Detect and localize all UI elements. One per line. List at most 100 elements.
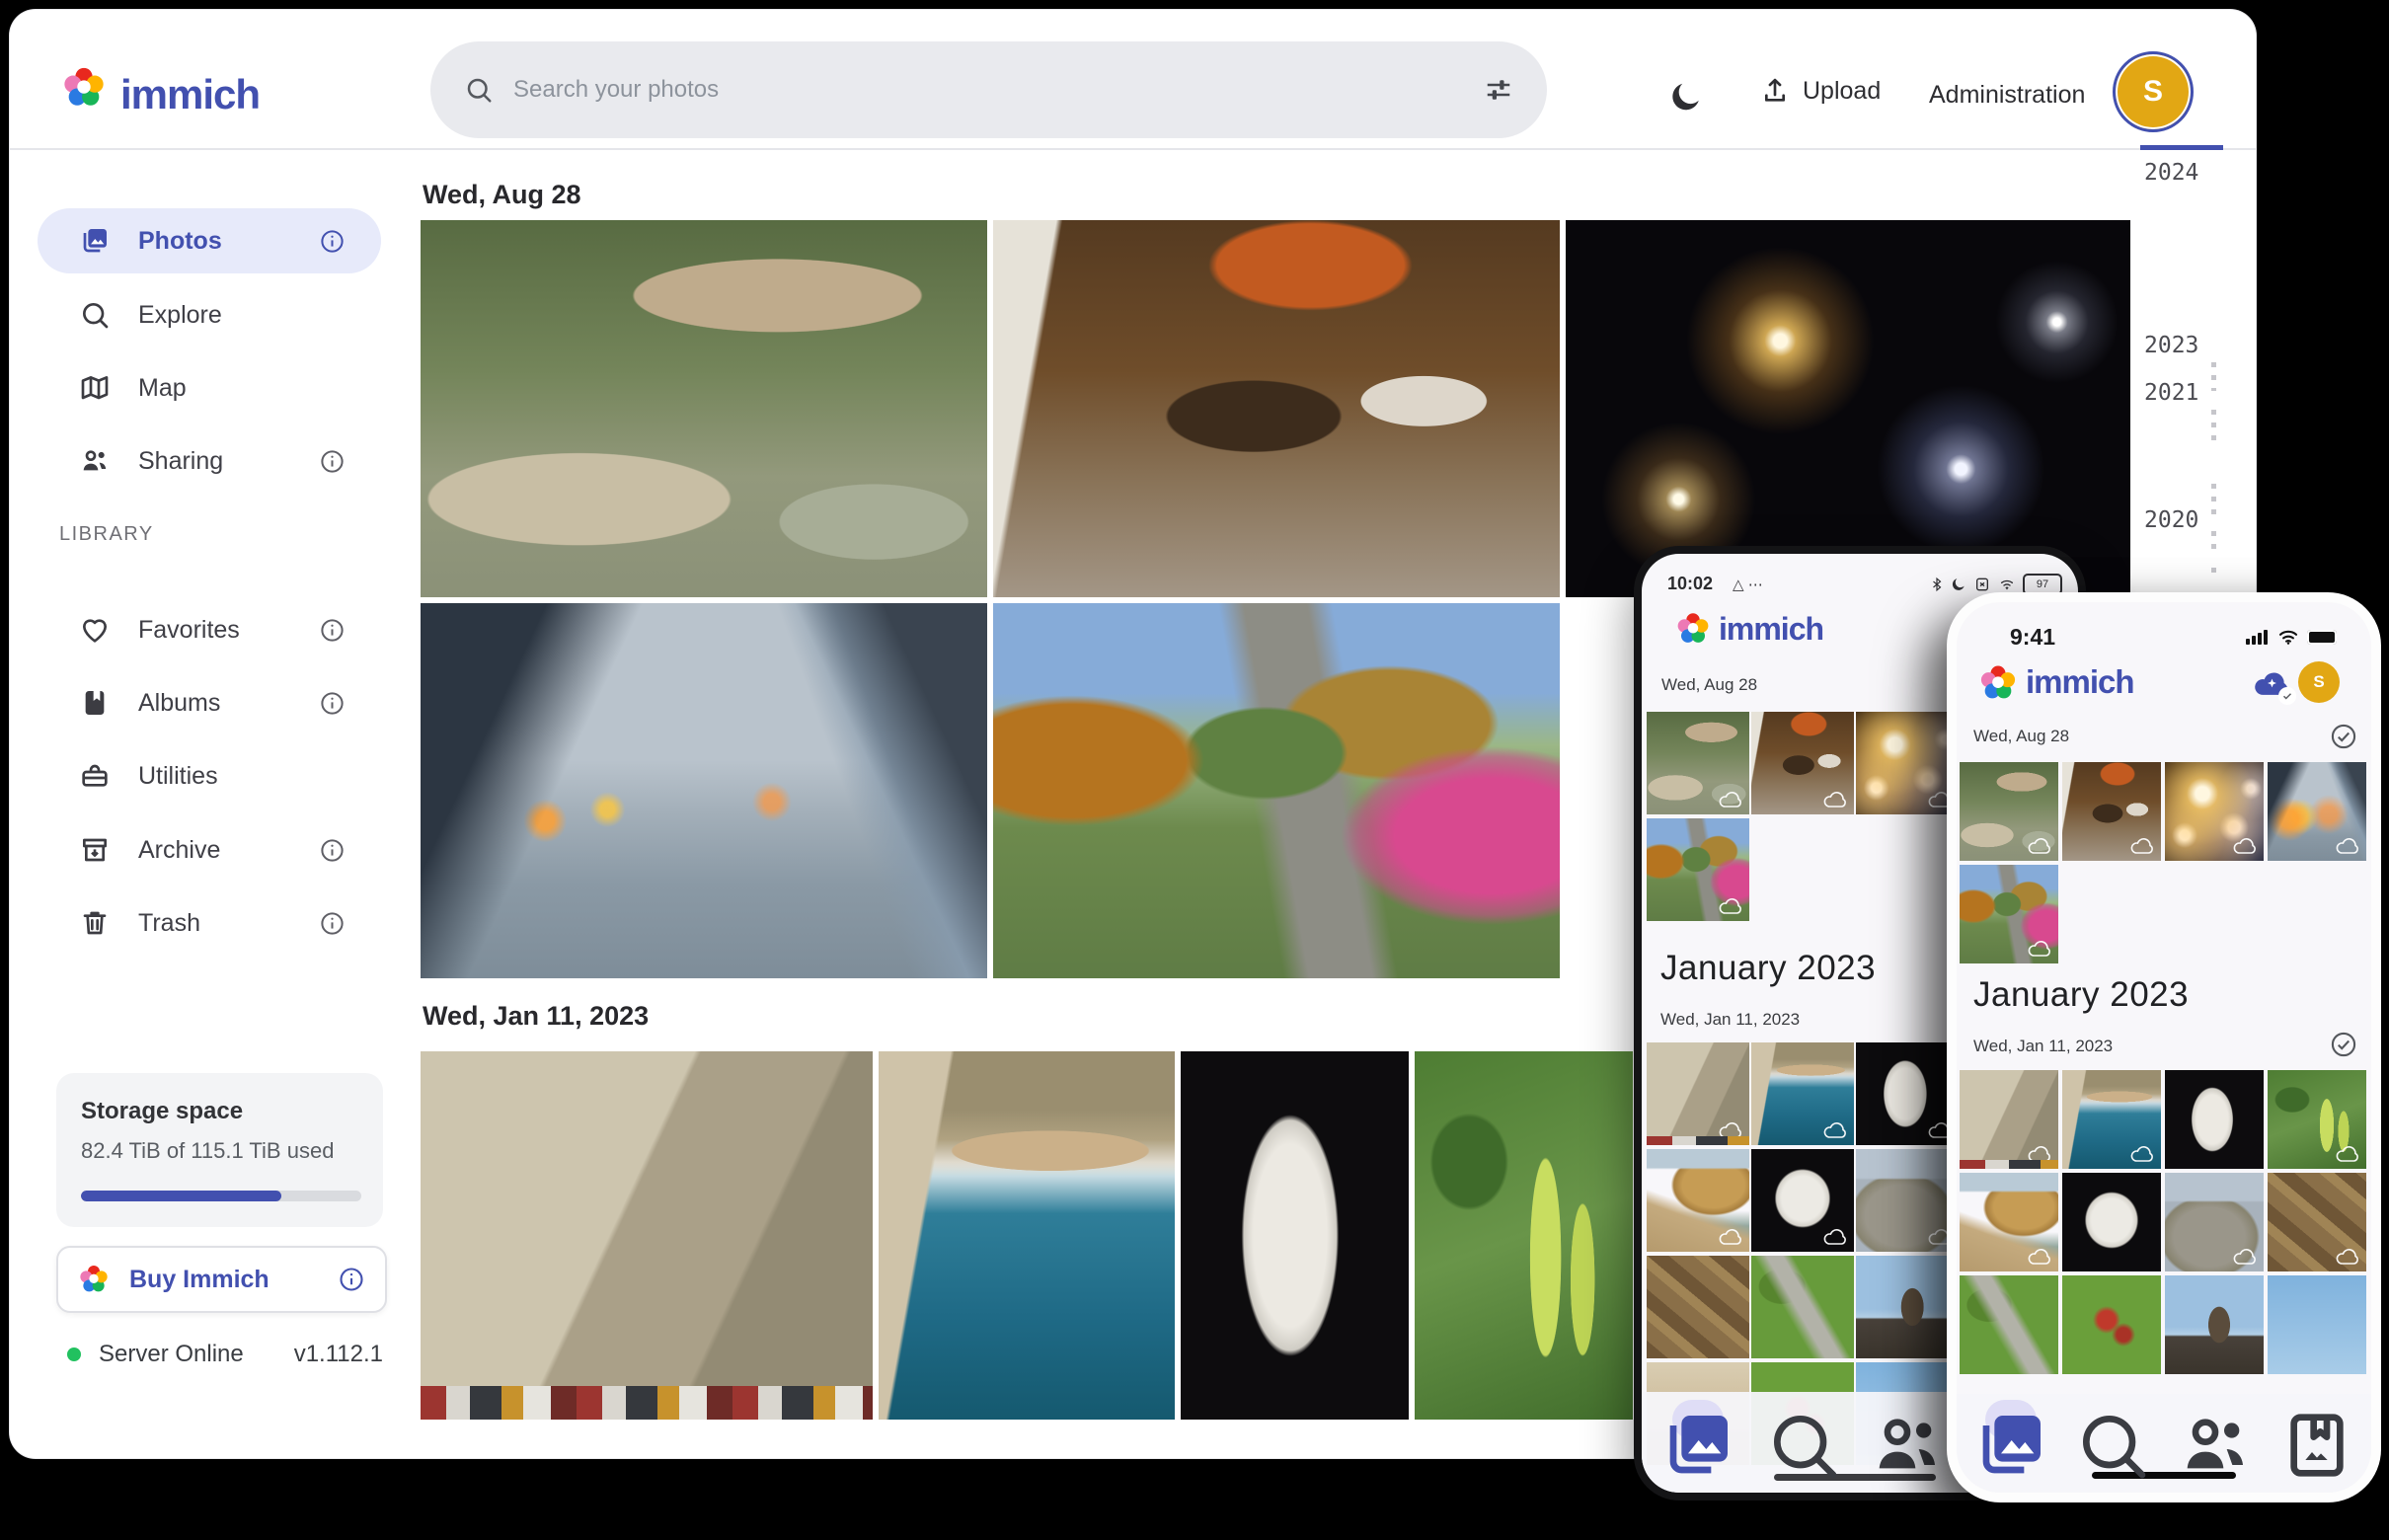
- search-input[interactable]: [511, 75, 1484, 105]
- phone2-thumb-berries[interactable]: [2268, 1070, 2366, 1169]
- timeline-tick-dots: [2211, 410, 2216, 443]
- phone1-nav-search[interactable]: Search: [1764, 1406, 1843, 1493]
- sidebar-item-albums[interactable]: Albums: [38, 670, 381, 735]
- cloud-icon: [1719, 791, 1742, 808]
- photo-autumn-garden-path[interactable]: [993, 603, 1560, 978]
- phone2-status-time: 9:41: [2010, 624, 2055, 651]
- sidebar-item-utilities[interactable]: Utilities: [38, 743, 381, 808]
- sidebar-item-favorites[interactable]: Favorites: [38, 597, 381, 662]
- phone2-thumb-ruins[interactable]: [2165, 1173, 2264, 1271]
- timeline-year[interactable]: 2020: [2144, 507, 2198, 533]
- phone-mockup-iphone: 9:41 immich S Wed, Aug 28: [1947, 592, 2381, 1502]
- phone1-thumb-lizard[interactable]: [1647, 1256, 1749, 1358]
- filter-sliders-icon[interactable]: [1484, 75, 1513, 105]
- dark-mode-moon-icon[interactable]: [1668, 79, 1704, 115]
- phone2-thumb-lizard-moss[interactable]: [1960, 1275, 2058, 1374]
- cloud-icon: [1719, 897, 1742, 915]
- phone2-thumb-coast[interactable]: [2062, 1070, 2161, 1169]
- info-icon[interactable]: [319, 837, 346, 864]
- phone1-date-jan: Wed, Jan 11, 2023: [1660, 1010, 1800, 1030]
- phone2-thumb-monkeys[interactable]: [1960, 762, 2058, 861]
- sidebar-item-label: Albums: [138, 689, 319, 718]
- sidebar-item-archive[interactable]: Archive: [38, 817, 381, 883]
- phone2-nav-library[interactable]: Library: [2277, 1406, 2356, 1493]
- info-icon[interactable]: [338, 1266, 365, 1293]
- phone1-thumb-fireworks[interactable]: [1856, 712, 1959, 814]
- info-icon[interactable]: [319, 448, 346, 475]
- phone2-thumb-dinner[interactable]: [2062, 762, 2161, 861]
- photo-green-berries[interactable]: [1415, 1051, 1633, 1420]
- phone1-thumb-coast[interactable]: [1751, 1042, 1854, 1145]
- phone1-thumb-monkeys[interactable]: [1647, 712, 1749, 814]
- cloud-icon: [1719, 1228, 1742, 1246]
- phone1-thumb-sculpture[interactable]: [1751, 1149, 1854, 1252]
- phone1-thumb-dinner[interactable]: [1751, 712, 1854, 814]
- info-icon[interactable]: [319, 617, 346, 644]
- info-icon[interactable]: [319, 228, 346, 255]
- phone2-user-avatar[interactable]: S: [2298, 661, 2340, 703]
- phone2-thumb-bust[interactable]: [2165, 1070, 2264, 1169]
- photo-dinner-table[interactable]: [993, 220, 1560, 597]
- phone2-thumb-fortress[interactable]: [1960, 1070, 2058, 1169]
- phone2-nav-photos[interactable]: Photos: [1971, 1406, 2050, 1493]
- cloud-icon: [1823, 791, 1847, 808]
- server-online-dot: [67, 1348, 81, 1361]
- timeline-scroll-indicator[interactable]: [2140, 145, 2223, 150]
- phone2-nav-search[interactable]: Search: [2073, 1406, 2152, 1493]
- cloud-sync-icon[interactable]: [2253, 667, 2290, 699]
- phone1-nav-sharing[interactable]: Sharing: [1868, 1406, 1947, 1493]
- phone2-thumb-lizard[interactable]: [2268, 1173, 2366, 1271]
- sidebar-item-explore[interactable]: Explore: [38, 282, 381, 347]
- buy-immich-button[interactable]: Buy Immich: [56, 1246, 387, 1313]
- timeline-year[interactable]: 2023: [2144, 333, 2198, 358]
- timeline-year[interactable]: 2021: [2144, 380, 2198, 406]
- phone2-thumb-fireworks[interactable]: [2165, 762, 2264, 861]
- screenshot-stage: immich Upload Administration S: [0, 0, 2389, 1540]
- phone1-thumb-lizard-moss[interactable]: [1751, 1256, 1854, 1358]
- phone2-thumb-moss-flowers[interactable]: [2062, 1275, 2161, 1374]
- photo-holding-hands[interactable]: [421, 603, 987, 978]
- sidebar-item-label: Explore: [138, 301, 381, 330]
- phone1-thumb-fortress[interactable]: [1647, 1042, 1749, 1145]
- cloud-icon: [2028, 837, 2051, 855]
- timeline-tick-dots: [2211, 531, 2216, 552]
- phone1-thumb-bust[interactable]: [1856, 1042, 1959, 1145]
- phone2-nav-sharing[interactable]: Sharing: [2176, 1406, 2255, 1493]
- server-status-label: Server Online: [99, 1341, 294, 1368]
- user-avatar[interactable]: S: [2113, 51, 2194, 132]
- sidebar-item-photos[interactable]: Photos: [38, 208, 381, 273]
- phone2-thumb-hands[interactable]: [2268, 762, 2366, 861]
- phone2-thumb-building-sky[interactable]: [2165, 1275, 2264, 1374]
- photo-marble-bust[interactable]: [1181, 1051, 1409, 1420]
- album-book-icon: [79, 687, 111, 719]
- administration-link[interactable]: Administration: [1929, 81, 2085, 110]
- info-icon[interactable]: [319, 910, 346, 937]
- phone1-thumb-ruins[interactable]: [1856, 1149, 1959, 1252]
- phone2-thumb-autumn-path[interactable]: [1960, 865, 2058, 963]
- phone1-thumb-autumn-path[interactable]: [1647, 818, 1749, 921]
- phone2-thumb-sky[interactable]: [2268, 1275, 2366, 1374]
- select-all-check-icon[interactable]: [2330, 723, 2357, 750]
- sidebar-item-map[interactable]: Map: [38, 355, 381, 421]
- phone1-status-time: 10:02: [1667, 574, 1713, 594]
- info-icon[interactable]: [319, 690, 346, 717]
- select-all-check-icon[interactable]: [2330, 1031, 2357, 1058]
- bluetooth-icon: [1930, 576, 1944, 593]
- phone1-immich-wordmark: immich: [1719, 611, 1823, 648]
- photo-zoo-monkeys[interactable]: [421, 220, 987, 597]
- phone2-thumb-cliff-beach[interactable]: [1960, 1173, 2058, 1271]
- cloud-icon: [2233, 837, 2257, 855]
- phone1-month-header: January 2023: [1660, 949, 1876, 988]
- sidebar-item-trash[interactable]: Trash: [38, 890, 381, 956]
- phone1-nav-photos[interactable]: Photos: [1658, 1406, 1737, 1493]
- photo-fortress-walls[interactable]: [421, 1051, 873, 1420]
- sidebar-item-sharing[interactable]: Sharing: [38, 428, 381, 494]
- upload-button[interactable]: Upload: [1759, 75, 1881, 107]
- search-bar[interactable]: [430, 41, 1547, 138]
- phone1-thumb-building-sky[interactable]: [1856, 1256, 1959, 1358]
- phone2-thumb-sculpture[interactable]: [2062, 1173, 2161, 1271]
- immich-logo-mini-icon: [78, 1264, 110, 1295]
- photo-fireworks[interactable]: [1566, 220, 2130, 597]
- photo-coastal-town[interactable]: [879, 1051, 1175, 1420]
- phone1-thumb-cliff-beach[interactable]: [1647, 1149, 1749, 1252]
